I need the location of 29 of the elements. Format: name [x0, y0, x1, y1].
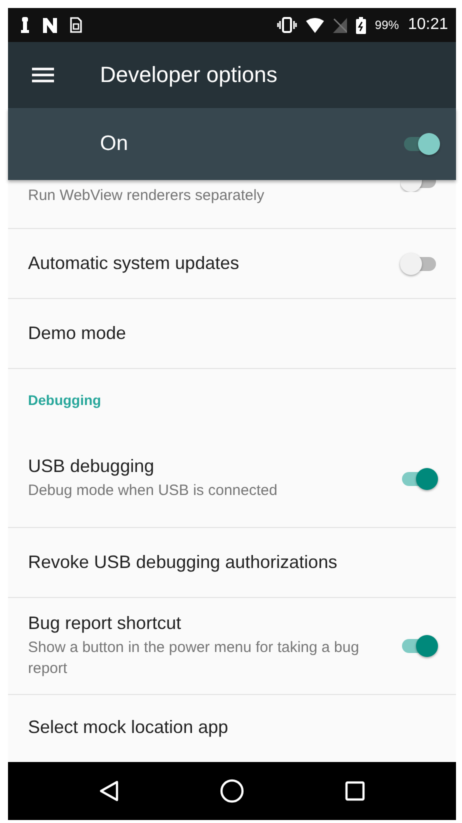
wifi-icon — [306, 18, 324, 32]
battery-percent: 99% — [374, 18, 399, 32]
setting-title: Automatic system updates — [28, 253, 240, 274]
toggle-switch[interactable] — [400, 180, 438, 192]
setting-description: Show a button in the power menu for taking a bug report — [28, 638, 360, 678]
setting-title: Bug report shortcut — [28, 613, 182, 634]
nfc-icon — [42, 18, 58, 32]
setting-item[interactable]: Revoke USB debugging authorizations — [28, 552, 338, 573]
switch-label: On — [100, 132, 128, 156]
recents-icon[interactable] — [345, 781, 366, 801]
setting-description: Run WebView renderers separately — [28, 186, 264, 206]
battery-icon — [356, 16, 366, 34]
setting-description: Debug mode when USB is connected — [28, 481, 278, 502]
toggle-switch[interactable] — [400, 468, 438, 490]
vibrate-icon — [276, 17, 297, 33]
menu-icon[interactable] — [32, 67, 54, 83]
toggle-switch[interactable] — [402, 133, 440, 155]
toggle-switch[interactable] — [400, 635, 438, 657]
home-icon[interactable] — [220, 779, 244, 803]
no-signal-icon — [332, 18, 347, 32]
setting-item[interactable]: Select mock location app — [28, 717, 228, 738]
clock-time: 10:21 — [408, 16, 448, 34]
screen-title: Developer options — [100, 62, 278, 88]
setting-item[interactable]: Demo mode — [28, 323, 126, 344]
sim-card-icon — [70, 17, 82, 33]
back-icon[interactable] — [98, 780, 119, 802]
setting-title: USB debugging — [28, 456, 156, 478]
toggle-switch[interactable] — [400, 252, 438, 274]
section-header: Debugging — [28, 392, 102, 408]
